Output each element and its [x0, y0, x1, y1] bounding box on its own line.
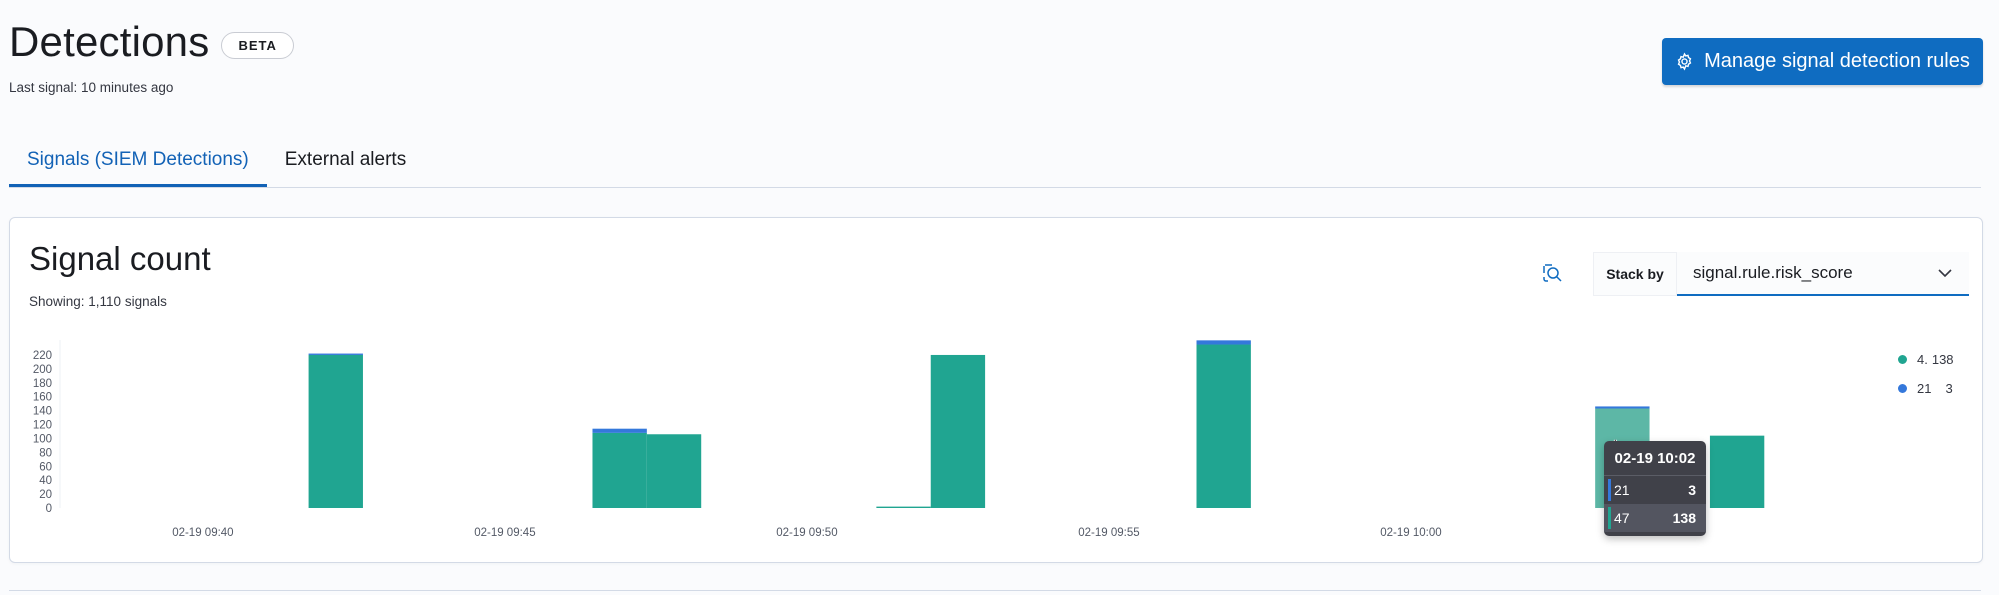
page-title: Detections — [9, 18, 210, 65]
y-tick-label: 60 — [39, 461, 52, 473]
bar-segment[interactable] — [592, 428, 647, 433]
bar-segment[interactable] — [646, 434, 702, 508]
bar-segment[interactable] — [876, 506, 931, 508]
legend-name: 21 — [1917, 381, 1932, 396]
y-tick-label: 100 — [33, 433, 52, 445]
y-tick-label: 80 — [39, 447, 52, 459]
x-tick-label: 02-19 09:45 — [474, 527, 535, 539]
manage-rules-button[interactable]: Manage signal detection rules — [1662, 38, 1983, 85]
tab-signals[interactable]: Signals (SIEM Detections) — [9, 140, 267, 187]
beta-badge: BETA — [221, 31, 294, 59]
tab-external-alerts[interactable]: External alerts — [267, 140, 424, 187]
y-tick-label: 220 — [33, 350, 52, 362]
legend-item[interactable]: 4. 138 — [1898, 351, 1954, 368]
tooltip-row: 21 3 — [1604, 476, 1706, 504]
y-tick-label: 160 — [33, 392, 52, 404]
y-tick-label: 120 — [33, 420, 52, 432]
legend-value: 3 — [1945, 381, 1953, 396]
legend-dot — [1898, 355, 1907, 364]
x-tick-label: 02-19 09:50 — [776, 527, 837, 539]
y-tick-label: 200 — [33, 364, 52, 376]
bar-segment[interactable] — [308, 354, 363, 508]
tooltip-label: 47 — [1614, 510, 1630, 526]
legend-item[interactable]: 21 3 — [1898, 380, 1954, 397]
gear-icon — [1677, 52, 1692, 71]
bar-segment[interactable] — [930, 354, 986, 508]
x-tick-label: 02-19 09:40 — [172, 527, 233, 539]
chart-legend: 4. 138 21 3 — [1898, 351, 1954, 409]
bar-segment[interactable] — [1196, 344, 1251, 508]
divider — [9, 590, 1981, 591]
page-header: Detections BETA Last signal: 10 minutes … — [9, 18, 294, 95]
tab-bar: Signals (SIEM Detections) External alert… — [9, 140, 1981, 188]
bar-segment[interactable] — [592, 432, 647, 508]
tooltip-title: 02-19 10:02 — [1604, 441, 1706, 476]
tooltip-value: 3 — [1688, 482, 1696, 498]
chart-tooltip: 02-19 10:02 21 3 47 138 — [1604, 441, 1706, 536]
tooltip-row: 47 138 — [1604, 504, 1706, 532]
tooltip-value: 138 — [1672, 510, 1696, 526]
bar-segment[interactable] — [308, 353, 363, 355]
y-tick-label: 20 — [39, 489, 52, 501]
x-tick-label: 02-19 09:55 — [1078, 527, 1139, 539]
x-tick-label: 02-19 10:00 — [1380, 527, 1441, 539]
y-tick-label: 140 — [33, 406, 52, 418]
title-row: Detections BETA — [9, 18, 294, 66]
tooltip-color-bar — [1608, 479, 1611, 501]
last-signal-text: Last signal: 10 minutes ago — [9, 80, 174, 95]
y-tick-label: 40 — [39, 475, 52, 487]
legend-value: 138 — [1931, 352, 1954, 367]
legend-name: 4. — [1917, 352, 1928, 367]
bar-segment[interactable] — [1709, 435, 1765, 508]
y-tick-label: 180 — [33, 378, 52, 390]
manage-rules-label: Manage signal detection rules — [1704, 50, 1970, 72]
tooltip-label: 21 — [1614, 482, 1630, 498]
y-tick-label: 0 — [46, 503, 52, 515]
bar-segment[interactable] — [1196, 340, 1251, 345]
legend-dot — [1898, 384, 1907, 393]
bar-segment[interactable] — [1595, 406, 1650, 409]
tooltip-color-bar — [1608, 507, 1611, 529]
